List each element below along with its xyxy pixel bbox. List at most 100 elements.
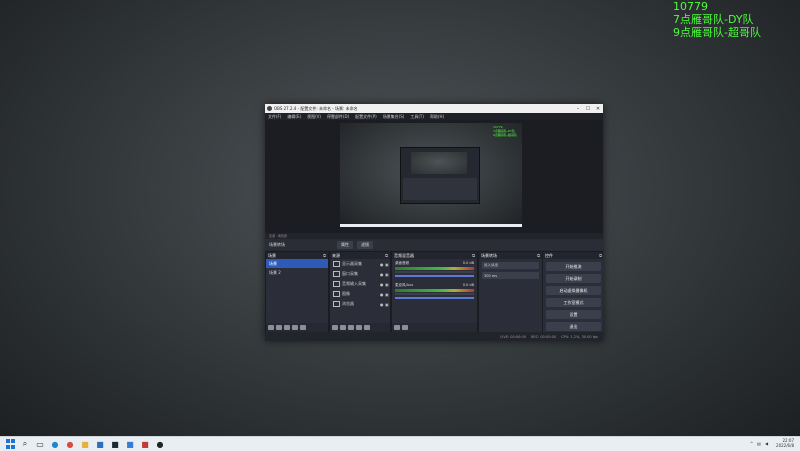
clock[interactable]: 22:07 2022/6/8 [776,438,794,448]
task-view-icon[interactable]: ▭ [35,439,45,449]
lock-icon[interactable]: ▣ [385,272,390,277]
scene-filters-icon[interactable] [284,325,290,330]
controls-dock-header: 控件 ⧉ [543,252,603,259]
volume-meter [395,289,474,292]
sources-toolbar [330,323,390,332]
add-source-icon[interactable] [332,325,338,330]
folder-icon[interactable]: ■ [80,439,90,449]
obs-icon[interactable]: ● [155,439,165,449]
volume-meter [395,267,474,270]
edge-icon[interactable]: ● [50,439,60,449]
move-down-icon[interactable] [364,325,370,330]
preview-taskbar [340,224,522,227]
scenes-dock-header: 场景 ⧉ [266,252,328,259]
lock-icon[interactable]: ▣ [385,302,390,307]
preview-area: 10779 7点雁哥队-DY队 9点雁哥队-超哥队 [265,120,603,233]
volume-slider[interactable] [395,297,474,299]
scene-item[interactable]: 场景 2 [266,268,328,277]
track-db: 0.0 dB [462,283,474,287]
dock-float-icon[interactable]: ⧉ [599,253,602,258]
maximize-button[interactable]: ☐ [583,106,593,112]
mixer-menu-icon[interactable] [402,325,408,330]
mail-icon[interactable]: ■ [95,439,105,449]
overlay-line-3: 9点雁哥队-超哥队 [673,26,761,39]
network-icon[interactable]: ▤ [757,441,761,446]
steam-icon[interactable]: ■ [110,439,120,449]
chrome-icon[interactable]: ● [65,439,75,449]
mixer-title: 音频混音器 [394,252,414,258]
transition-select[interactable]: 淡入淡出 [482,262,539,269]
dock-float-icon[interactable]: ⧉ [323,253,326,258]
stream-overlay-text: 10779 7点雁哥队-DY队 9点雁哥队-超哥队 [673,0,761,39]
start-icon[interactable] [5,439,15,449]
advanced-audio-icon[interactable] [394,325,400,330]
move-up-icon[interactable] [356,325,362,330]
menu-help[interactable]: 帮助(H) [430,114,444,120]
start-recording-button[interactable]: 开始录制 [546,274,601,283]
filters-button[interactable]: 滤镜 [357,240,373,249]
menu-tools[interactable]: 工具(T) [410,114,424,120]
overlay-line-2: 7点雁哥队-DY队 [673,13,754,26]
dock-float-icon[interactable]: ⧉ [385,253,388,258]
track-name: 桌面音频 [395,261,409,265]
preview-overlay-text: 10779 7点雁哥队-DY队 9点雁哥队-超哥队 [493,125,517,137]
sources-dock-header: 来源 ⧉ [330,252,390,259]
source-item[interactable]: 显示器采集 ● ▣ [330,259,390,269]
source-item[interactable]: 音频输入采集 ● ▣ [330,279,390,289]
scene-item[interactable]: 场景 [266,259,328,268]
exit-button[interactable]: 退出 [546,322,601,331]
volume-meter-secondary [395,293,474,295]
track-name: 麦克风/Aux [395,283,414,287]
mixer-dock-header: 音频混音器 ⧉ [392,252,477,259]
remove-source-icon[interactable] [340,325,346,330]
volume-slider[interactable] [395,275,474,277]
remove-scene-icon[interactable] [276,325,282,330]
menu-edit[interactable]: 编辑(E) [287,114,301,120]
menu-scene-collection[interactable]: 场景集合(S) [383,114,405,120]
close-button[interactable]: ✕ [593,106,603,112]
audio-mixer-dock: 音频混音器 ⧉ 桌面音频 0.0 dB 麦克风/Aux 0.0 dB [391,251,478,333]
properties-button[interactable]: 属性 [337,240,353,249]
mixer-track: 麦克风/Aux 0.0 dB [395,283,474,299]
system-tray: ^ ▤ ◀ 22:07 2022/6/8 [746,438,794,448]
start-virtual-camera-button[interactable]: 启动虚拟摄像机 [546,286,601,295]
menu-docks[interactable]: 停靠部件(D) [327,114,349,120]
menu-profile[interactable]: 配置文件(P) [355,114,377,120]
mixer-toolbar [392,323,477,332]
menu-view[interactable]: 视图(V) [307,114,321,120]
nested-obs-window [400,147,480,204]
source-item[interactable]: 图像 ● ▣ [330,289,390,299]
move-up-icon[interactable] [292,325,298,330]
move-down-icon[interactable] [300,325,306,330]
menu-file[interactable]: 文件(F) [268,114,281,120]
store-icon[interactable]: ■ [125,439,135,449]
start-streaming-button[interactable]: 开始推流 [546,262,601,271]
dock-float-icon[interactable]: ⧉ [537,253,540,258]
source-item[interactable]: 浏览器 ● ▣ [330,299,390,309]
lock-icon[interactable]: ▣ [385,282,390,287]
source-item[interactable]: 窗口采集 ● ▣ [330,269,390,279]
studio-mode-button[interactable]: 工作室模式 [546,298,601,307]
volume-icon[interactable]: ◀ [765,441,768,446]
source-settings-icon[interactable] [348,325,354,330]
scenes-title: 场景 [268,252,276,258]
transition-duration[interactable]: 300 ms [482,272,539,279]
controls-dock: 控件 ⧉ 开始推流 开始录制 启动虚拟摄像机 工作室模式 设置 退出 [542,251,603,333]
lock-icon[interactable]: ▣ [385,262,390,267]
preview-canvas[interactable]: 10779 7点雁哥队-DY队 9点雁哥队-超哥队 [340,123,522,227]
rec-status: REC: 00:00:00 [530,334,557,339]
lock-icon[interactable]: ▣ [385,292,390,297]
add-scene-icon[interactable] [268,325,274,330]
settings-button[interactable]: 设置 [546,310,601,319]
minimize-button[interactable]: – [573,106,583,112]
source-name: 音频输入采集 [342,281,366,286]
chevron-up-icon[interactable]: ^ [750,441,753,446]
search-icon[interactable]: ⌕ [20,439,30,449]
app-icon[interactable]: ■ [140,439,150,449]
nested-preview [411,152,467,174]
dock-float-icon[interactable]: ⧉ [472,253,475,258]
source-type-icon [333,301,340,307]
title-bar: OBS 27.2.4 - 配置文件: 未命名 - 场景: 未命名 – ☐ ✕ [265,104,603,113]
controls-title: 控件 [545,252,553,258]
obs-window: OBS 27.2.4 - 配置文件: 未命名 - 场景: 未命名 – ☐ ✕ 文… [265,104,603,341]
